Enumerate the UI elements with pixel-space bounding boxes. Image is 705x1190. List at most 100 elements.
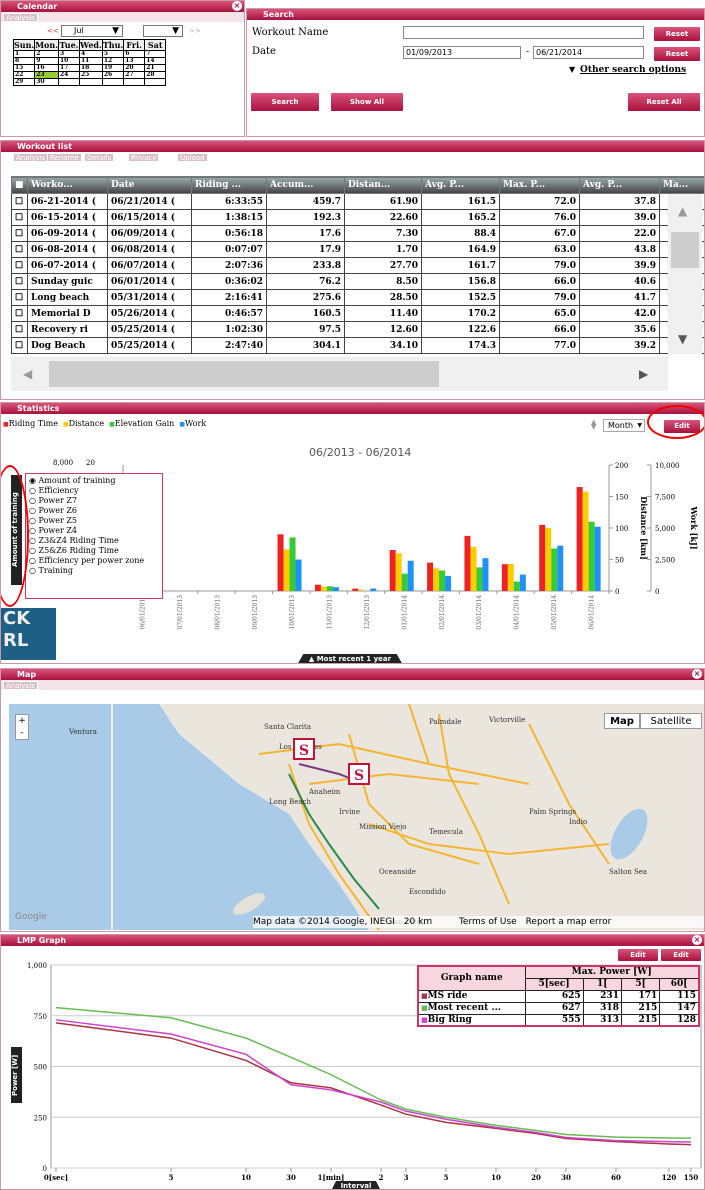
row-checkbox[interactable]: ☐ bbox=[11, 241, 28, 258]
row-checkbox[interactable]: ☐ bbox=[11, 321, 28, 338]
zoom-control[interactable]: + - bbox=[15, 714, 29, 740]
calendar-day[interactable]: 26 bbox=[101, 71, 125, 79]
vertical-scrollbar[interactable]: ▲ ▼ bbox=[668, 194, 702, 354]
calendar-day[interactable]: 25 bbox=[79, 71, 103, 79]
legend-row[interactable]: ■Big Ring 555 313 215 128 bbox=[417, 1013, 700, 1027]
calendar-day[interactable] bbox=[58, 78, 80, 86]
calendar-day[interactable]: 1 bbox=[12, 50, 36, 58]
row-checkbox[interactable]: ☐ bbox=[11, 337, 28, 354]
chart-option[interactable]: ○ Efficiency bbox=[29, 486, 159, 496]
period-stepper-icon[interactable]: ▲ ▼ bbox=[591, 419, 596, 431]
prev-month-link[interactable]: << bbox=[47, 27, 59, 35]
calendar-day[interactable]: 28 bbox=[144, 71, 167, 79]
power-side-tab[interactable]: Power [W] bbox=[11, 1047, 22, 1103]
chart-option[interactable]: ○ Efficiency per power zone bbox=[29, 556, 159, 566]
legend-row[interactable]: ■MS ride 625 231 171 115 bbox=[417, 989, 700, 1003]
column-header[interactable]: Max. P... bbox=[499, 176, 580, 194]
calendar-day[interactable]: 13 bbox=[123, 57, 146, 65]
calendar-day[interactable]: 4 bbox=[79, 50, 103, 58]
column-header[interactable]: Avg. P... bbox=[579, 176, 660, 194]
calendar-day[interactable]: 21 bbox=[144, 64, 167, 72]
chart-option[interactable]: ○ Z3&Z4 Riding Time bbox=[29, 536, 159, 546]
close-icon[interactable]: × bbox=[232, 1, 242, 11]
table-row[interactable]: ☐ Recovery ri 05/25/2014 (1:02:30 97.5 12.60… bbox=[11, 321, 704, 338]
calendar-day[interactable]: 20 bbox=[123, 64, 146, 72]
table-row[interactable]: ☐ Sunday guic 06/01/2014 (0:36:02 76.2 8.50 1… bbox=[11, 273, 704, 290]
chart-option[interactable]: ○ Power Z5 bbox=[29, 516, 159, 526]
calendar-day[interactable]: 5 bbox=[101, 50, 125, 58]
reset-date-button[interactable]: Reset bbox=[654, 47, 700, 61]
legend-row[interactable]: ■Most recent ... 627 318 215 147 bbox=[417, 1001, 700, 1015]
scroll-right-icon[interactable]: ▶ bbox=[639, 367, 648, 381]
calendar-day[interactable]: 23 bbox=[34, 71, 59, 79]
calendar-day[interactable]: 9 bbox=[34, 57, 59, 65]
reset-name-button[interactable]: Reset bbox=[654, 27, 700, 41]
calendar-day[interactable]: 24 bbox=[58, 71, 80, 79]
workout-tab-details[interactable]: Details bbox=[84, 153, 115, 162]
table-row[interactable]: ☐ Dog Beach 05/25/2014 (2:47:40 304.1 34.10 1… bbox=[11, 337, 704, 354]
row-checkbox[interactable]: ☐ bbox=[11, 193, 28, 210]
date-from-input[interactable]: 01/09/2013 bbox=[403, 46, 521, 59]
year-select[interactable]: ▼ bbox=[143, 25, 183, 37]
chart-option[interactable]: ○ Power Z7 bbox=[29, 496, 159, 506]
horizontal-scrollbar[interactable]: ◀ ▶ bbox=[11, 357, 668, 391]
row-checkbox[interactable]: ☐ bbox=[11, 273, 28, 290]
column-header[interactable]: Distan... bbox=[344, 176, 422, 194]
scroll-left-icon[interactable]: ◀ bbox=[23, 367, 32, 381]
calendar-day[interactable]: 2 bbox=[34, 50, 59, 58]
scroll-thumb[interactable] bbox=[671, 232, 699, 268]
calendar-day[interactable]: 15 bbox=[12, 64, 36, 72]
chart-option[interactable]: ○ Power Z4 bbox=[29, 526, 159, 536]
row-checkbox[interactable]: ☐ bbox=[11, 289, 28, 306]
workout-tab-rename[interactable]: Rename bbox=[47, 153, 82, 162]
table-row[interactable]: ☐ 06-15-2014 (06/15/2014 (1:38:15 192.3 22.… bbox=[11, 209, 704, 226]
close-icon[interactable]: × bbox=[692, 669, 702, 679]
row-checkbox[interactable]: ☐ bbox=[11, 225, 28, 242]
calendar-day[interactable]: 30 bbox=[34, 78, 59, 86]
calendar-day[interactable]: 16 bbox=[34, 64, 59, 72]
column-header[interactable]: Date bbox=[107, 176, 192, 194]
map-type-button[interactable]: Map bbox=[604, 713, 640, 729]
column-header[interactable]: Ma... bbox=[659, 176, 704, 194]
calendar-day[interactable]: 10 bbox=[58, 57, 80, 65]
calendar-day[interactable]: 8 bbox=[12, 57, 36, 65]
scroll-down-icon[interactable]: ▼ bbox=[678, 332, 687, 346]
search-button[interactable]: Search bbox=[251, 93, 319, 111]
select-all-checkbox[interactable]: ■ bbox=[11, 176, 28, 194]
workout-tab-upload[interactable]: Upload bbox=[177, 153, 208, 162]
report-error-link[interactable]: Report a map error bbox=[526, 917, 612, 927]
table-row[interactable]: ☐ Memorial D 05/26/2014 (0:46:57 160.5 11.40… bbox=[11, 305, 704, 322]
calendar-day[interactable]: 22 bbox=[12, 71, 36, 79]
calendar-day[interactable]: 12 bbox=[101, 57, 125, 65]
period-select[interactable]: Month ▼ bbox=[603, 419, 645, 432]
row-checkbox[interactable]: ☐ bbox=[11, 209, 28, 226]
table-row[interactable]: ☐ 06-21-2014 (06/21/2014 (6:33:55 459.7 61.… bbox=[11, 193, 704, 210]
calendar-day[interactable]: 17 bbox=[58, 64, 80, 72]
column-header[interactable]: Accum... bbox=[266, 176, 345, 194]
calendar-day[interactable]: 6 bbox=[123, 50, 146, 58]
table-row[interactable]: ☐ 06-09-2014 (06/09/2014 (0:56:18 17.6 7.30… bbox=[11, 225, 704, 242]
row-checkbox[interactable]: ☐ bbox=[11, 305, 28, 322]
row-checkbox[interactable]: ☐ bbox=[11, 257, 28, 274]
workout-tab-analysis[interactable]: Analysis bbox=[13, 153, 48, 162]
other-search-options-link[interactable]: Other search options bbox=[580, 65, 686, 75]
month-select[interactable]: Jul ▼ bbox=[61, 25, 123, 37]
table-row[interactable]: ☐ 06-08-2014 (06/08/2014 (0:07:07 17.9 1.70… bbox=[11, 241, 704, 258]
calendar-day[interactable] bbox=[123, 78, 146, 86]
chart-option[interactable]: ○ Training bbox=[29, 566, 159, 576]
table-row[interactable]: ☐ 06-07-2014 (06/07/2014 (2:07:36 233.8 27.… bbox=[11, 257, 704, 274]
calendar-day[interactable]: 7 bbox=[144, 50, 167, 58]
recent-year-tab[interactable]: ▲ Most recent 1 year bbox=[297, 654, 403, 663]
terms-link[interactable]: Terms of Use bbox=[459, 917, 517, 927]
workout-tab-privacy[interactable]: Privacy bbox=[128, 153, 160, 162]
calendar-day[interactable]: 18 bbox=[79, 64, 103, 72]
calendar-tab-analysis[interactable]: Analysis bbox=[3, 13, 38, 22]
column-header[interactable]: Avg. P... bbox=[421, 176, 500, 194]
calendar-day[interactable]: 19 bbox=[101, 64, 125, 72]
chart-option[interactable]: ◉ Amount of training bbox=[29, 476, 159, 486]
column-header[interactable]: Worko... bbox=[27, 176, 108, 194]
chart-option[interactable]: ○ Power Z6 bbox=[29, 506, 159, 516]
map-canvas[interactable]: Santa ClaritaPalmdaleVictorvilleLos Ange… bbox=[9, 704, 705, 930]
map-tab-analysis[interactable]: Analysis bbox=[3, 681, 38, 690]
satellite-type-button[interactable]: Satellite bbox=[640, 713, 702, 729]
